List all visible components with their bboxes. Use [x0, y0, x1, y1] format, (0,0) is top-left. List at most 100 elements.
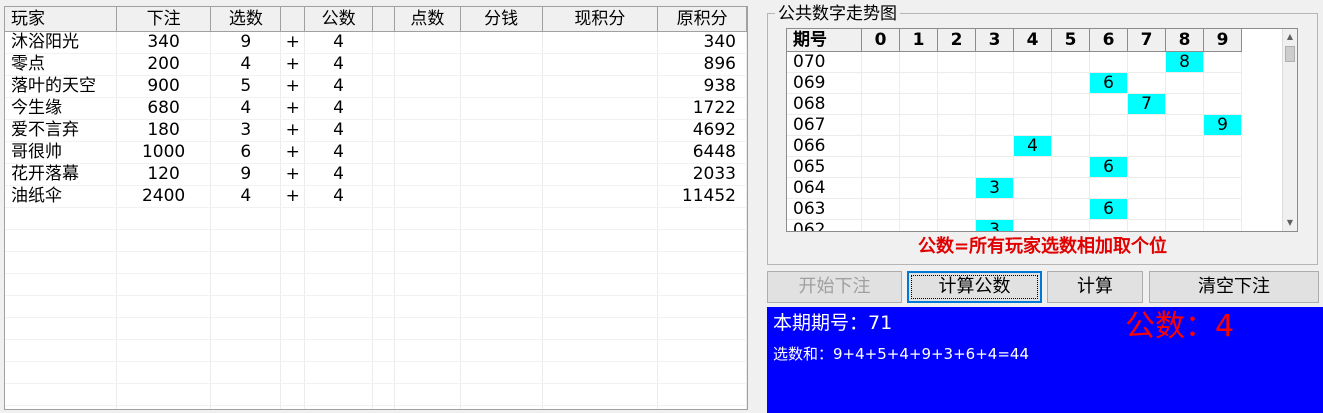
col-header-share[interactable]: 分钱 [461, 7, 543, 31]
trend-scrollbar[interactable]: ▲ ▼ [1282, 29, 1297, 231]
trend-cell [1166, 157, 1204, 178]
cell-original: 6448 [658, 142, 747, 163]
trend-cell [1014, 115, 1052, 136]
empty-row[interactable] [5, 208, 747, 230]
empty-row[interactable] [5, 406, 747, 409]
trend-cell [900, 199, 938, 220]
empty-row[interactable] [5, 384, 747, 406]
table-row[interactable]: 花开落幕 120 9 +4 2033 [5, 164, 747, 186]
trend-period: 064 [787, 178, 862, 199]
cell-player [5, 296, 117, 317]
trend-cell [1128, 199, 1166, 220]
col-header-common[interactable]: 公数 [305, 7, 374, 31]
col-header-plus[interactable] [281, 7, 306, 31]
trend-row[interactable]: 062 3 [787, 220, 1242, 231]
common-number-label: 公数：4 [1125, 309, 1235, 344]
empty-row[interactable] [5, 252, 747, 274]
cell-blank [373, 230, 395, 251]
trend-grid[interactable]: 期号 0 1 2 3 4 5 6 7 8 9 070 8 069 6 068 7 067 9 066 4 065 6 064… [786, 28, 1298, 232]
scroll-up-arrow-icon[interactable]: ▲ [1283, 29, 1297, 45]
col-header-bet[interactable]: 下注 [117, 7, 212, 31]
cell-pick [211, 406, 282, 409]
cell-blank [373, 98, 395, 119]
calc-common-button[interactable]: 计算公数 [907, 271, 1042, 303]
col-header-player[interactable]: 玩家 [5, 7, 117, 31]
players-table-body: 沐浴阳光 340 9 +4 340 零点 200 4 +4 896 落叶的天空 900 5 +4 938 今生… [5, 32, 747, 409]
scroll-down-arrow-icon[interactable]: ▼ [1283, 215, 1297, 231]
cell-common: 4 [305, 76, 373, 97]
clear-bets-button[interactable]: 清空下注 [1149, 271, 1319, 303]
trend-row[interactable]: 070 8 [787, 52, 1242, 73]
cell-pick: 5 [211, 76, 282, 97]
trend-cell [938, 220, 976, 231]
trend-row[interactable]: 069 6 [787, 73, 1242, 94]
col-header-original[interactable]: 原积分 [658, 7, 747, 31]
cell-share [461, 230, 543, 251]
trend-row[interactable]: 065 6 [787, 157, 1242, 178]
empty-row[interactable] [5, 274, 747, 296]
cell-blank [373, 318, 395, 339]
cell-blank [373, 274, 395, 295]
cell-current [543, 340, 659, 361]
cell-original: 4692 [658, 120, 747, 141]
trend-cell [1052, 199, 1090, 220]
empty-row[interactable] [5, 340, 747, 362]
cell-points [395, 76, 461, 97]
cell-share [461, 186, 543, 207]
trend-row[interactable]: 066 4 [787, 136, 1242, 157]
trend-row[interactable]: 068 7 [787, 94, 1242, 115]
cell-common: 4 [305, 186, 373, 207]
calc-button[interactable]: 计算 [1047, 271, 1143, 303]
table-row[interactable]: 今生缘 680 4 +4 1722 [5, 98, 747, 120]
trend-period: 067 [787, 115, 862, 136]
trend-cell [1204, 220, 1242, 231]
scroll-thumb[interactable] [1285, 46, 1295, 62]
empty-row[interactable] [5, 362, 747, 384]
trend-cell [1128, 220, 1166, 231]
trend-row[interactable]: 064 3 [787, 178, 1242, 199]
cell-player: 今生缘 [5, 98, 117, 119]
col-header-points[interactable]: 点数 [395, 7, 461, 31]
cell-current [543, 32, 659, 53]
cell-player [5, 362, 117, 383]
empty-row[interactable] [5, 230, 747, 252]
trend-cell [1014, 220, 1052, 231]
col-header-blank[interactable] [373, 7, 395, 31]
cell-bet: 120 [117, 164, 212, 185]
col-header-pick[interactable]: 选数 [211, 7, 282, 31]
table-row[interactable]: 沐浴阳光 340 9 +4 340 [5, 32, 747, 54]
cell-share [461, 252, 543, 273]
table-row[interactable]: 爱不言弃 180 3 +4 4692 [5, 120, 747, 142]
trend-cell [1128, 157, 1166, 178]
empty-row[interactable] [5, 318, 747, 340]
trend-cell [938, 178, 976, 199]
cell-blank [373, 164, 395, 185]
cell-bet [117, 208, 212, 229]
cell-player [5, 230, 117, 251]
cell-points [395, 340, 461, 361]
trend-row[interactable]: 067 9 [787, 115, 1242, 136]
trend-cell [1204, 178, 1242, 199]
players-table[interactable]: 玩家 下注 选数 公数 点数 分钱 现积分 原积分 沐浴阳光 340 9 +4 340 零点 200 4 +4… [4, 6, 748, 410]
cell-plus [281, 208, 306, 229]
table-row[interactable]: 落叶的天空 900 5 +4 938 [5, 76, 747, 98]
cell-common: 4 [305, 142, 373, 163]
cell-common: 4 [305, 120, 373, 141]
cell-blank [373, 142, 395, 163]
trend-cell [1166, 178, 1204, 199]
cell-pick: 4 [211, 54, 282, 75]
trend-row[interactable]: 063 6 [787, 199, 1242, 220]
table-row[interactable]: 油纸伞 2400 4 +4 11452 [5, 186, 747, 208]
empty-row[interactable] [5, 296, 747, 318]
trend-period: 062 [787, 220, 862, 231]
sum-label: 选数和：9+4+5+4+9+3+6+4=44 [773, 345, 1029, 363]
trend-cell [862, 73, 900, 94]
table-row[interactable]: 哥很帅 1000 6 +4 6448 [5, 142, 747, 164]
trend-period: 068 [787, 94, 862, 115]
cell-points [395, 274, 461, 295]
col-header-current[interactable]: 现积分 [543, 7, 659, 31]
cell-player [5, 208, 117, 229]
start-bet-button[interactable]: 开始下注 [767, 271, 902, 303]
table-row[interactable]: 零点 200 4 +4 896 [5, 54, 747, 76]
trend-cell [1128, 115, 1166, 136]
